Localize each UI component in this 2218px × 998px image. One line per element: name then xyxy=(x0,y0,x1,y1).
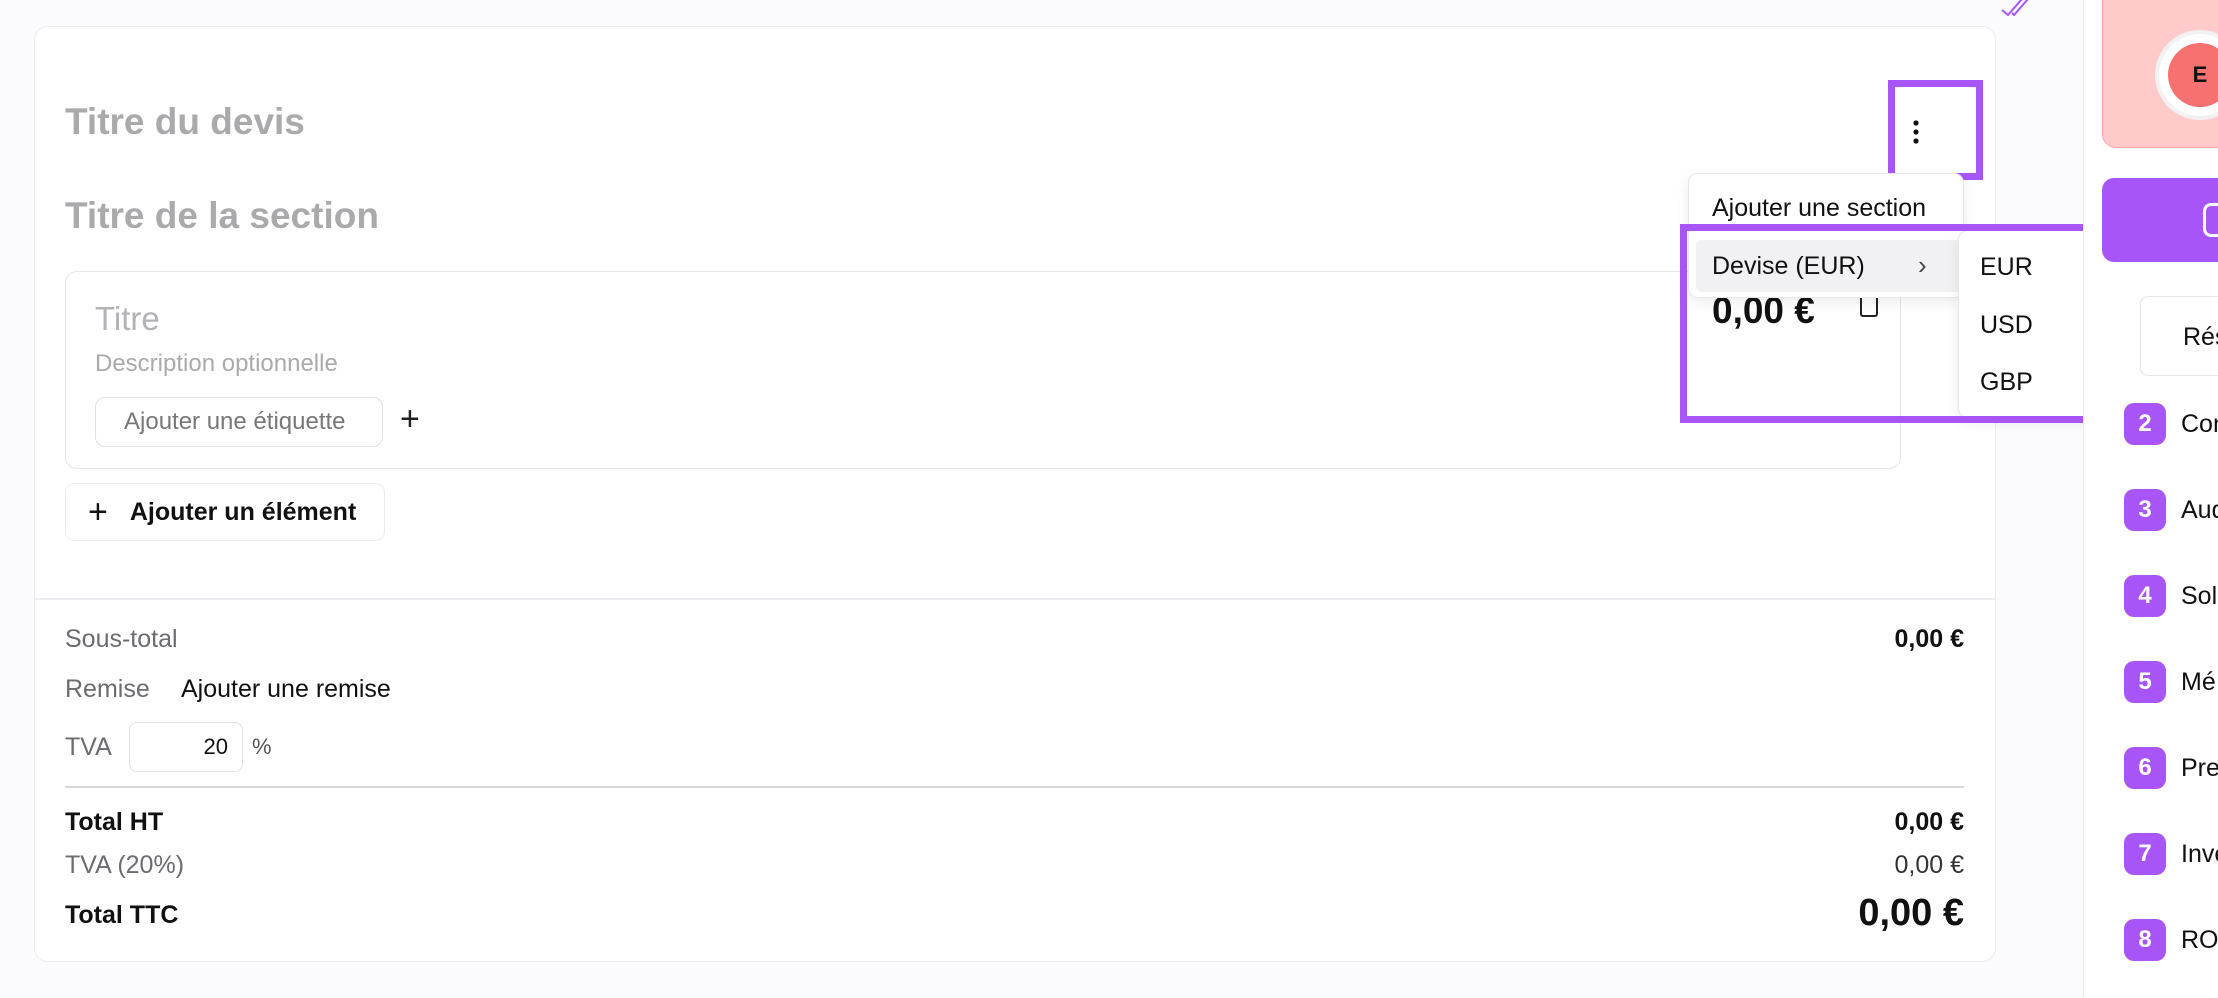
plus-icon: + xyxy=(88,493,108,531)
vat-label: TVA xyxy=(65,733,112,761)
discount-label: Remise xyxy=(65,675,150,703)
highlight-box xyxy=(1680,224,2130,423)
total-ht-value: 0,00 € xyxy=(1894,808,1964,836)
item-title-input[interactable]: Titre xyxy=(95,300,160,338)
step-badge[interactable]: 4 xyxy=(2124,575,2166,617)
vat-rate-input[interactable]: 20 xyxy=(129,722,243,772)
add-element-label: Ajouter un élément xyxy=(129,497,357,526)
step-badge[interactable]: 2 xyxy=(2124,403,2166,445)
highlight-box xyxy=(1888,80,1983,180)
divider xyxy=(34,598,1996,600)
subtotal-value: 0,00 € xyxy=(1894,625,1964,653)
vat-amount-value: 0,00 € xyxy=(1894,851,1964,879)
vat-amount-label: TVA (20%) xyxy=(65,851,185,879)
vat-percent-sign: % xyxy=(252,734,272,759)
step-label[interactable]: Sol xyxy=(2181,582,2217,611)
step-badge[interactable]: 3 xyxy=(2124,489,2166,531)
step-label[interactable]: Mé xyxy=(2181,668,2216,697)
step-badge[interactable]: 6 xyxy=(2124,747,2166,789)
divider xyxy=(65,786,1964,788)
step-badge[interactable]: 8 xyxy=(2124,919,2166,961)
step-label[interactable]: Inve xyxy=(2181,840,2218,869)
step-badge[interactable]: 7 xyxy=(2124,833,2166,875)
total-ttc-label: Total TTC xyxy=(65,901,179,929)
sidebar-action-button[interactable] xyxy=(2102,178,2218,262)
section-title-input[interactable]: Titre de la section xyxy=(65,195,379,237)
step-label[interactable]: RO xyxy=(2181,926,2218,955)
menu-item-add-section[interactable]: Ajouter une section xyxy=(1712,194,1926,223)
add-element-button[interactable]: + Ajouter un élément xyxy=(65,483,385,541)
item-description-input[interactable]: Description optionnelle xyxy=(95,350,338,378)
subtotal-label: Sous-total xyxy=(65,625,178,653)
add-discount-button[interactable]: Ajouter une remise xyxy=(181,675,391,704)
step-badge[interactable]: 5 xyxy=(2124,661,2166,703)
tag-input[interactable]: Ajouter une étiquette xyxy=(95,397,383,447)
total-ttc-value: 0,00 € xyxy=(1858,892,1964,934)
quote-title-input[interactable]: Titre du devis xyxy=(65,101,305,143)
step-label[interactable]: Pre xyxy=(2181,754,2218,783)
double-check-icon xyxy=(2001,0,2029,16)
step-label[interactable]: Aud xyxy=(2181,496,2218,525)
sidebar-tab-label: Rés xyxy=(2183,323,2218,351)
tag-placeholder: Ajouter une étiquette xyxy=(124,408,346,435)
document-icon xyxy=(2203,203,2218,237)
step-label[interactable]: Con xyxy=(2181,410,2218,439)
add-tag-icon[interactable]: + xyxy=(400,400,420,439)
total-ht-label: Total HT xyxy=(65,808,164,836)
